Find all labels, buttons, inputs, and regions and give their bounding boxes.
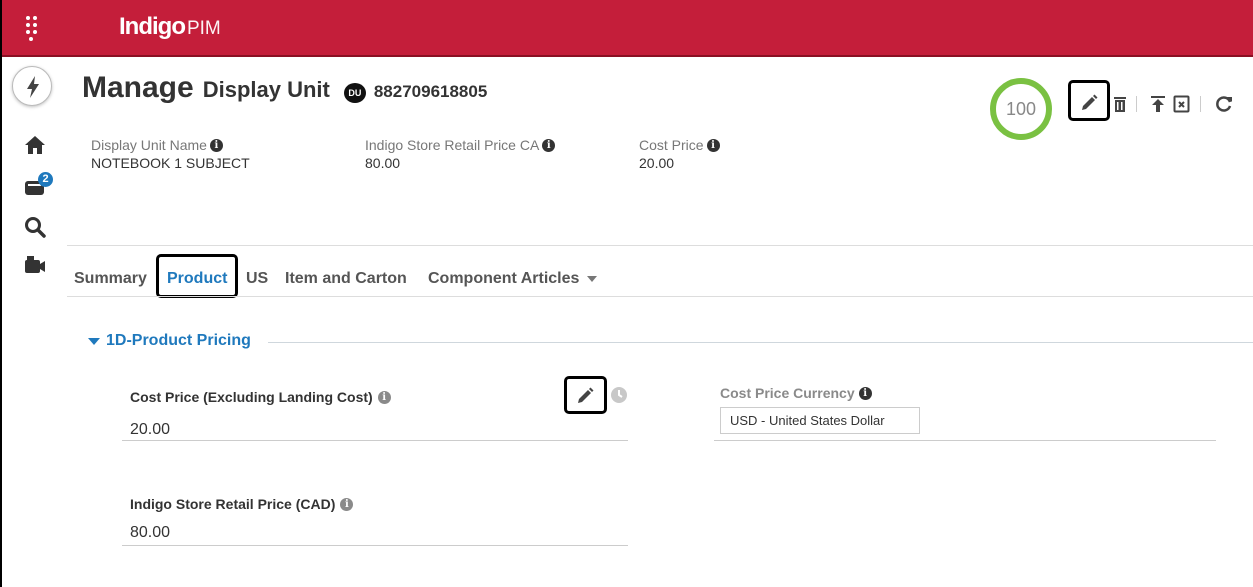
- field-cost-price-value[interactable]: 20.00: [130, 421, 170, 439]
- menu-dots-icon[interactable]: [26, 16, 40, 42]
- refresh-icon[interactable]: [1214, 94, 1234, 114]
- pencil-icon[interactable]: [575, 386, 595, 406]
- attr-value: NOTEBOOK 1 SUBJECT: [91, 155, 250, 171]
- section-divider: [268, 342, 1253, 343]
- section-title: 1D-Product Pricing: [106, 332, 251, 349]
- info-icon[interactable]: i: [542, 138, 556, 152]
- caret-down-icon: [587, 276, 598, 282]
- tab-summary[interactable]: Summary: [74, 270, 147, 288]
- top-bar: Indigo PIM: [2, 0, 1253, 57]
- page-title-entity: Display Unit: [202, 77, 330, 102]
- completeness-score-value: 100: [1005, 98, 1037, 119]
- field-label-text: Cost Price (Excluding Landing Cost): [130, 389, 373, 405]
- bolt-icon: [27, 76, 39, 98]
- field-retail-price-value[interactable]: 80.00: [130, 524, 170, 542]
- field-cost-price-label: Cost Price (Excluding Landing Cost) i: [130, 389, 391, 405]
- page-title-main: Manage: [82, 71, 194, 104]
- field-label-text: Cost Price Currency: [720, 385, 855, 401]
- tabs-divider: [67, 296, 1253, 297]
- camera-icon[interactable]: [24, 254, 46, 276]
- logo-brand: Indigo: [119, 13, 186, 40]
- export-icon[interactable]: [1172, 94, 1192, 114]
- upload-icon[interactable]: [1148, 94, 1168, 114]
- field-retail-price-label: Indigo Store Retail Price (CAD) i: [130, 496, 354, 512]
- field-underline: [122, 440, 628, 441]
- history-icon[interactable]: [610, 386, 628, 404]
- attr-label: Display Unit Name: [91, 137, 207, 153]
- notification-badge: 2: [38, 172, 53, 187]
- info-icon[interactable]: i: [377, 390, 391, 404]
- toolbar-divider: [1200, 96, 1201, 112]
- header-divider: [67, 245, 1253, 246]
- info-icon[interactable]: i: [706, 138, 720, 152]
- tab-component-articles[interactable]: Component Articles: [428, 270, 598, 288]
- field-underline: [714, 440, 1216, 441]
- tab-us[interactable]: US: [246, 270, 268, 288]
- info-icon[interactable]: i: [340, 497, 354, 511]
- attr-retail-price-ca: Indigo Store Retail Price CA i 80.00: [365, 137, 556, 171]
- entity-type-badge: DU: [343, 83, 366, 103]
- completeness-score[interactable]: 100: [990, 78, 1052, 140]
- currency-field[interactable]: USD - United States Dollar: [720, 407, 920, 434]
- section-header[interactable]: 1D-Product Pricing: [88, 332, 251, 350]
- entity-code: 882709618805: [373, 82, 488, 101]
- inbox-button[interactable]: 2: [24, 172, 54, 198]
- search-icon[interactable]: [24, 216, 46, 238]
- tab-product[interactable]: Product: [167, 270, 227, 288]
- field-underline: [122, 545, 628, 546]
- pencil-icon[interactable]: [1079, 93, 1099, 113]
- attr-value: 20.00: [639, 155, 675, 171]
- attr-value: 80.00: [365, 155, 401, 171]
- info-icon[interactable]: i: [209, 138, 223, 152]
- tab-component-articles-label: Component Articles: [428, 270, 580, 287]
- attr-display-unit-name: Display Unit Name i NOTEBOOK 1 SUBJECT: [91, 137, 250, 171]
- toolbar-divider: [1136, 96, 1137, 112]
- field-currency-label: Cost Price Currency i: [720, 385, 872, 401]
- trash-icon[interactable]: [1110, 94, 1130, 114]
- caret-down-icon: [88, 337, 100, 345]
- quick-actions-button[interactable]: [12, 66, 52, 106]
- attr-label: Indigo Store Retail Price CA: [365, 137, 540, 153]
- attr-label: Cost Price: [639, 137, 704, 153]
- app-frame: Indigo PIM 2 Manage Display Unit DU 88270…: [0, 0, 1253, 587]
- field-label-text: Indigo Store Retail Price (CAD): [130, 496, 336, 512]
- logo-product: PIM: [186, 18, 221, 39]
- app-logo[interactable]: Indigo PIM: [119, 13, 221, 41]
- info-icon[interactable]: i: [858, 386, 872, 400]
- attr-cost-price: Cost Price i 20.00: [639, 137, 720, 171]
- page-title: Manage Display Unit DU 882709618805: [82, 71, 487, 105]
- home-icon[interactable]: [24, 134, 46, 156]
- tab-item-and-carton[interactable]: Item and Carton: [285, 270, 407, 288]
